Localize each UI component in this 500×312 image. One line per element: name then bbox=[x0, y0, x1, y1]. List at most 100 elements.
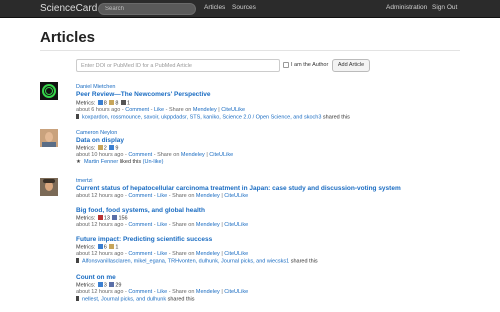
search-input[interactable] bbox=[98, 3, 196, 15]
mendeley-link[interactable]: Mendeley bbox=[181, 152, 205, 158]
bookmark-icon bbox=[76, 296, 79, 301]
avatar[interactable] bbox=[40, 178, 58, 196]
nav-administration[interactable]: Administration bbox=[386, 4, 427, 11]
article-meta: about 6 hours ago - Comment - Like - Sha… bbox=[76, 107, 246, 113]
citeulike-icon bbox=[109, 244, 115, 249]
article-title-link[interactable]: Future impact: Predicting scientific suc… bbox=[76, 236, 212, 243]
mendeley-icon bbox=[97, 282, 103, 287]
citeulike-icon bbox=[109, 100, 115, 105]
author-checkbox[interactable] bbox=[283, 62, 289, 68]
timestamp: about 6 hours ago bbox=[76, 107, 121, 113]
article-meta: about 12 hours ago - Comment - Like - Sh… bbox=[76, 289, 249, 295]
metric-value: 3 bbox=[103, 282, 107, 289]
metric-value: 156 bbox=[118, 215, 128, 222]
comment-link[interactable]: Comment bbox=[128, 222, 152, 228]
mendeley-link[interactable]: Mendeley bbox=[196, 289, 220, 295]
citeulike-link[interactable]: CiteULike bbox=[221, 107, 245, 113]
comment-link[interactable]: Comment bbox=[128, 152, 152, 158]
user-link[interactable]: tmertzi bbox=[76, 178, 93, 184]
nav-articles[interactable]: Articles bbox=[204, 4, 225, 11]
metrics-row: Metrics: 13 156 bbox=[76, 215, 128, 222]
mendeley-icon bbox=[97, 244, 103, 249]
avatar[interactable] bbox=[40, 82, 58, 100]
scopus-icon bbox=[97, 215, 103, 220]
article-title-link[interactable]: Data on display bbox=[76, 137, 124, 144]
like-link[interactable]: Like bbox=[157, 222, 167, 228]
timestamp: about 12 hours ago bbox=[76, 251, 124, 257]
metric-value: 8 bbox=[115, 100, 119, 107]
mendeley-icon bbox=[97, 100, 103, 105]
citeulike-link[interactable]: CiteULike bbox=[224, 222, 248, 228]
metric-value: 8 bbox=[103, 100, 107, 107]
like-link[interactable]: Like bbox=[154, 107, 164, 113]
comment-link[interactable]: Comment bbox=[128, 289, 152, 295]
user-link[interactable]: Daniel Mietchen bbox=[76, 84, 115, 90]
article-meta: about 12 hours ago - Comment - Like - Sh… bbox=[76, 251, 249, 257]
citeulike-link[interactable]: CiteULike bbox=[224, 251, 248, 257]
page-title: Articles bbox=[40, 29, 96, 46]
brand-logo[interactable]: ScienceCard bbox=[40, 3, 97, 14]
like-link[interactable]: Like bbox=[157, 289, 167, 295]
article-title-link[interactable]: Current status of hepatocellular carcino… bbox=[76, 185, 401, 192]
shared-suffix: shared this bbox=[167, 296, 195, 303]
comment-link[interactable]: Comment bbox=[125, 107, 149, 113]
user-link[interactable]: Cameron Neylon bbox=[76, 130, 117, 136]
share-label: Share on bbox=[172, 251, 195, 257]
liked-by-row: ★ Martin Fenner liked this (Un-like) bbox=[76, 159, 163, 165]
metrics-row: Metrics: 8 8 1 bbox=[76, 100, 130, 107]
star-icon: ★ bbox=[76, 159, 81, 165]
metrics-label: Metrics: bbox=[76, 100, 96, 107]
shared-suffix: shared this bbox=[290, 258, 318, 265]
shared-by-row: Alfonsvanillasclaren, mikel_egana, TRHvo… bbox=[76, 258, 318, 265]
article-meta: about 12 hours ago - Comment - Like - Sh… bbox=[76, 193, 249, 199]
shared-by-row: nellest, Journal picks, and dulhunk shar… bbox=[76, 296, 195, 303]
share-label: Share on bbox=[172, 193, 195, 199]
metrics-label: Metrics: bbox=[76, 145, 96, 152]
metric-value: 29 bbox=[115, 282, 122, 289]
metrics-label: Metrics: bbox=[76, 215, 96, 222]
mendeley-link[interactable]: Mendeley bbox=[196, 193, 220, 199]
avatar[interactable] bbox=[40, 129, 58, 147]
mendeley-link[interactable]: Mendeley bbox=[193, 107, 217, 113]
like-link[interactable]: Like bbox=[157, 193, 167, 199]
author-checkbox-label: I am the Author bbox=[291, 62, 329, 68]
metric-value: 13 bbox=[103, 215, 110, 222]
share-label: Share on bbox=[172, 289, 195, 295]
twitter-icon bbox=[120, 100, 126, 105]
metric-value: 2 bbox=[103, 145, 107, 152]
comment-link[interactable]: Comment bbox=[128, 193, 152, 199]
citeulike-link[interactable]: CiteULike bbox=[224, 193, 248, 199]
metrics-row: Metrics: 6 1 bbox=[76, 244, 118, 251]
article-title-link[interactable]: Big food, food systems, and global healt… bbox=[76, 207, 205, 214]
citeulike-link[interactable]: CiteULike bbox=[209, 152, 233, 158]
shared-by-users[interactable]: koxpardon, rossmounce, savoir, ukppdadsr… bbox=[82, 115, 321, 121]
nav-sources[interactable]: Sources bbox=[232, 4, 256, 11]
shared-by-users[interactable]: Alfonsvanillasclaren, mikel_egana, TRHvo… bbox=[82, 259, 289, 265]
mendeley-link[interactable]: Mendeley bbox=[196, 222, 220, 228]
share-label: Share on bbox=[169, 107, 192, 113]
article-title-link[interactable]: Count on me bbox=[76, 274, 116, 281]
article-meta: about 12 hours ago - Comment - Like - Sh… bbox=[76, 222, 249, 228]
shared-by-row: koxpardon, rossmounce, savoir, ukppdadsr… bbox=[76, 114, 350, 121]
like-link[interactable]: Like bbox=[157, 251, 167, 257]
liked-suffix: liked this bbox=[119, 159, 142, 165]
shared-by-users[interactable]: nellest, Journal picks, and dulhunk bbox=[82, 297, 166, 303]
liked-by-user[interactable]: Martin Fenner bbox=[84, 159, 118, 165]
citeulike-link[interactable]: CiteULike bbox=[224, 289, 248, 295]
article-meta: about 10 hours ago - Comment - Share on … bbox=[76, 152, 234, 158]
timestamp: about 12 hours ago bbox=[76, 289, 124, 295]
article-title-link[interactable]: Peer Review—The Newcomers' Perspective bbox=[76, 91, 211, 98]
shared-suffix: shared this bbox=[322, 114, 350, 121]
unlike-link[interactable]: (Un-like) bbox=[143, 159, 164, 165]
bookmark-icon bbox=[76, 258, 79, 263]
facebook-icon bbox=[112, 215, 118, 220]
mendeley-link[interactable]: Mendeley bbox=[196, 251, 220, 257]
add-article-button[interactable]: Add Article bbox=[332, 59, 370, 72]
doi-input[interactable] bbox=[76, 59, 280, 72]
timestamp: about 12 hours ago bbox=[76, 222, 124, 228]
nav-sign-out[interactable]: Sign Out bbox=[432, 4, 457, 11]
top-navbar: ScienceCard Articles Sources Administrat… bbox=[0, 0, 500, 18]
metric-value: 1 bbox=[115, 244, 119, 251]
mendeley-icon bbox=[109, 145, 115, 150]
comment-link[interactable]: Comment bbox=[128, 251, 152, 257]
